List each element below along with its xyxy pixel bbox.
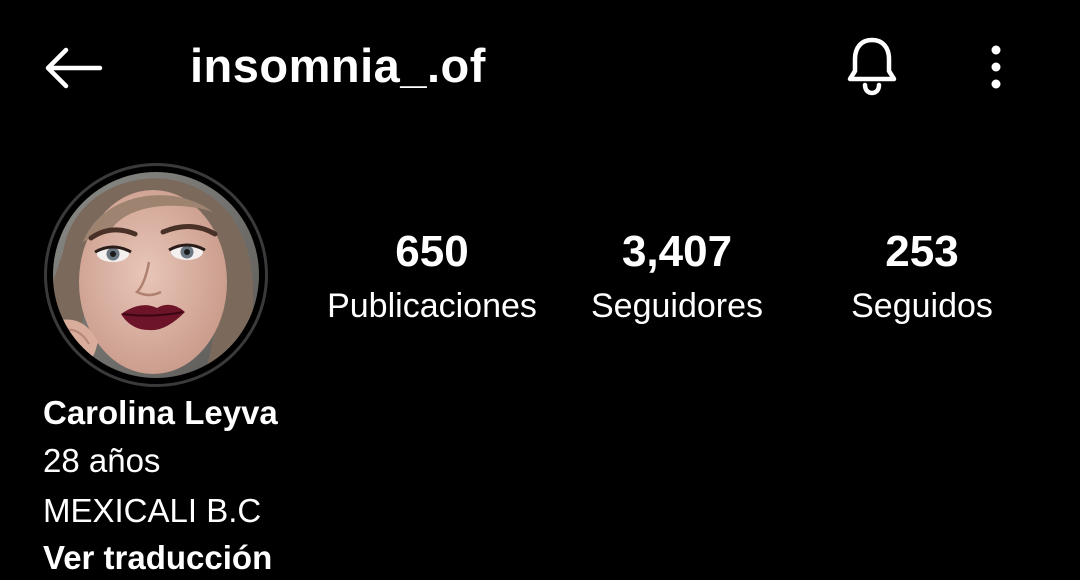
more-options-button[interactable] bbox=[970, 38, 1022, 96]
followers-stat[interactable]: 3,407 Seguidores bbox=[566, 224, 788, 328]
more-vertical-icon bbox=[991, 45, 1001, 89]
profile-avatar[interactable] bbox=[44, 163, 268, 387]
profile-username: insomnia_.of bbox=[190, 39, 486, 92]
see-translation-link[interactable]: Ver traducción bbox=[43, 536, 643, 580]
followers-count: 3,407 bbox=[621, 227, 733, 276]
following-stat[interactable]: 253 Seguidos bbox=[822, 224, 1022, 328]
bio-line-age: 28 años bbox=[43, 442, 161, 479]
bio-line-location: MEXICALI B.C bbox=[43, 492, 262, 529]
top-app-bar: insomnia_.of bbox=[0, 0, 1080, 134]
bell-icon bbox=[847, 37, 897, 96]
back-button[interactable] bbox=[38, 40, 108, 96]
display-name: Carolina Leyva bbox=[43, 394, 278, 431]
arrow-left-icon bbox=[45, 47, 103, 89]
followers-label: Seguidores bbox=[590, 287, 763, 325]
profile-bio: Carolina Leyva 28 años MEXICALI B.C Ver … bbox=[43, 390, 643, 580]
posts-stat[interactable]: 650 Publicaciones bbox=[312, 224, 552, 328]
avatar-image bbox=[53, 172, 259, 378]
following-count: 253 bbox=[885, 227, 959, 276]
following-label: Seguidos bbox=[851, 287, 993, 325]
posts-count: 650 bbox=[395, 227, 469, 276]
posts-label: Publicaciones bbox=[327, 287, 537, 325]
profile-photo bbox=[53, 172, 259, 378]
notifications-button[interactable] bbox=[838, 32, 906, 100]
